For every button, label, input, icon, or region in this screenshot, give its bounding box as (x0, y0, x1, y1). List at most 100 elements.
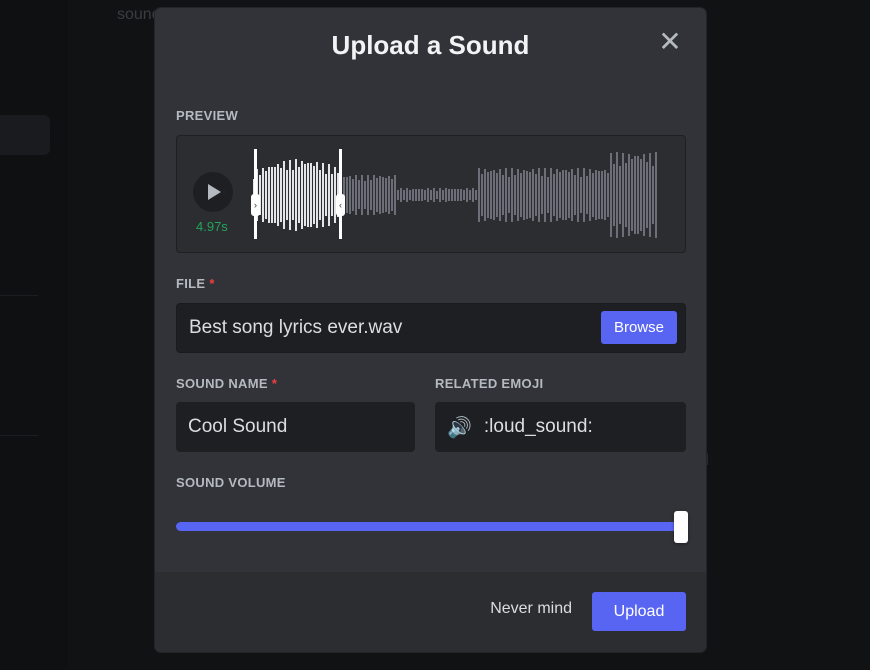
waveform-bar (619, 166, 621, 223)
waveform-bar (358, 180, 360, 209)
waveform-bar (649, 153, 651, 238)
waveform-bar (274, 167, 276, 223)
waveform-bar (544, 168, 546, 222)
waveform-bar (556, 169, 558, 221)
waveform-bar (634, 156, 636, 234)
waveform-bar (322, 163, 324, 228)
background-selected-item (0, 115, 50, 155)
waveform-bar (613, 164, 615, 226)
waveform-bar (364, 181, 366, 208)
chevron-icon: › (251, 194, 260, 216)
waveform-bar (625, 163, 627, 228)
waveform-bar (295, 159, 297, 230)
waveform-bar (280, 168, 282, 221)
waveform-bar (307, 163, 309, 227)
trim-end-handle[interactable]: ‹ (339, 149, 342, 239)
waveform-bar (607, 173, 609, 217)
waveform-bar (577, 168, 579, 222)
waveform-bar (433, 188, 435, 201)
waveform-bar (388, 176, 390, 215)
waveform-bar (373, 175, 375, 214)
modal-footer: Never mind Upload (155, 572, 706, 652)
waveform-bar (595, 170, 597, 221)
upload-button[interactable]: Upload (592, 592, 686, 631)
waveform-bar (379, 176, 381, 213)
waveform-bar (271, 167, 273, 223)
play-button[interactable] (193, 172, 233, 212)
waveform-bar (328, 164, 330, 225)
waveform-bar (580, 177, 582, 213)
waveform-bar (277, 164, 279, 227)
waveform-bar (472, 188, 474, 201)
waveform-bar (610, 153, 612, 237)
file-field[interactable]: Best song lyrics ever.wav Browse (176, 303, 686, 353)
waveform-bar (538, 168, 540, 221)
waveform-bar (310, 163, 312, 228)
browse-button[interactable]: Browse (601, 311, 677, 344)
waveform-bar (451, 189, 453, 201)
waveform-bar (484, 169, 486, 220)
waveform-bar (382, 177, 384, 214)
waveform-bar (355, 175, 357, 215)
related-emoji-input[interactable]: 🔊 :loud_sound: (435, 402, 686, 452)
waveform[interactable]: ›‹ (253, 136, 673, 254)
waveform-bar (298, 167, 300, 223)
volume-slider-handle[interactable] (674, 511, 688, 543)
waveform-bar (367, 175, 369, 215)
waveform-bar (394, 175, 396, 215)
waveform-bar (316, 162, 318, 228)
waveform-bar (637, 156, 639, 234)
waveform-bar (427, 188, 429, 201)
never-mind-button[interactable]: Never mind (490, 600, 572, 618)
waveform-bar (289, 160, 291, 231)
waveform-bar (541, 176, 543, 214)
waveform-bar (481, 174, 483, 216)
waveform-bar (349, 176, 351, 214)
waveform-bar (547, 177, 549, 214)
waveform-bar (376, 178, 378, 212)
file-name: Best song lyrics ever.wav (189, 317, 402, 339)
file-label-text: FILE (176, 276, 205, 291)
waveform-bar (616, 152, 618, 237)
file-label: FILE* (176, 276, 215, 291)
waveform-bar (505, 168, 507, 222)
waveform-bar (460, 189, 462, 202)
waveform-bar (352, 179, 354, 211)
waveform-bar (475, 190, 477, 199)
waveform-bar (493, 170, 495, 220)
waveform-bar (466, 188, 468, 201)
preview-label: PREVIEW (176, 108, 238, 123)
waveform-bar (268, 167, 270, 223)
waveform-bar (604, 170, 606, 221)
waveform-bar (292, 170, 294, 219)
waveform-bar (286, 170, 288, 219)
waveform-bar (478, 168, 480, 221)
chevron-icon: ‹ (336, 194, 345, 216)
duration-text: 4.97s (196, 219, 228, 234)
waveform-bar (598, 171, 600, 219)
sound-name-input[interactable]: Cool Sound (176, 402, 415, 452)
waveform-bar (325, 174, 327, 216)
waveform-bar (430, 190, 432, 200)
waveform-bar (439, 188, 441, 201)
related-emoji-label: RELATED EMOJI (435, 376, 543, 391)
sound-preview: 4.97s ›‹ (176, 135, 686, 253)
waveform-bar (412, 189, 414, 202)
sound-name-value: Cool Sound (188, 416, 287, 438)
waveform-bar (526, 171, 528, 219)
sound-name-label-text: SOUND NAME (176, 376, 268, 391)
waveform-bar (385, 178, 387, 212)
waveform-bar (406, 188, 408, 201)
waveform-bar (646, 162, 648, 228)
waveform-bar (313, 166, 315, 224)
waveform-bar (283, 161, 285, 229)
divider (0, 295, 38, 296)
trim-start-handle[interactable]: › (254, 149, 257, 239)
volume-slider-track[interactable] (176, 522, 683, 531)
close-icon[interactable]: ✕ (658, 30, 682, 54)
emoji-value: :loud_sound: (484, 416, 593, 438)
waveform-bar (622, 153, 624, 238)
waveform-bar (655, 152, 657, 237)
required-marker: * (272, 376, 277, 391)
waveform-bar (415, 189, 417, 201)
